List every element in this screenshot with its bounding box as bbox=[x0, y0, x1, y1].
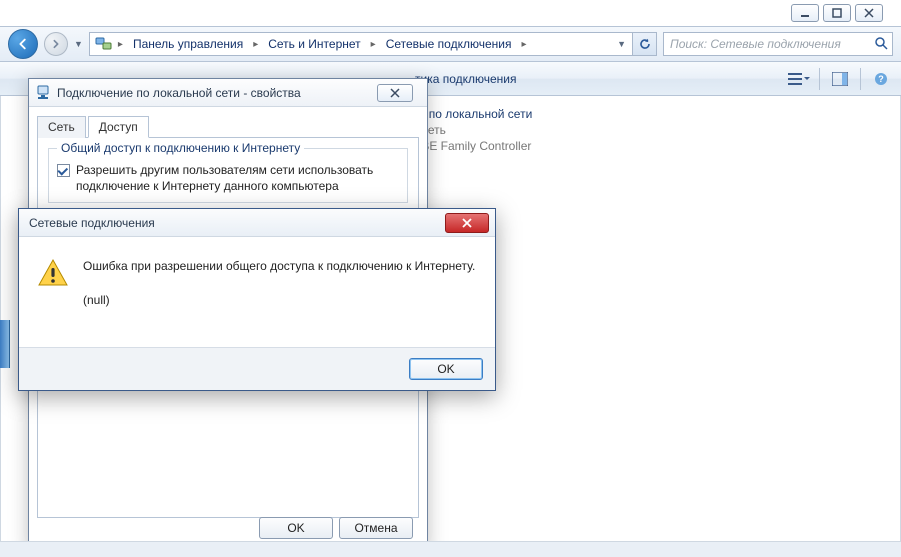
properties-close-button[interactable] bbox=[377, 84, 413, 102]
tab-sharing[interactable]: Доступ bbox=[88, 116, 149, 138]
breadcrumb-item[interactable]: Панель управления bbox=[127, 33, 249, 55]
chevron-right-icon: ▸ bbox=[369, 39, 378, 50]
error-line1: Ошибка при разрешении общего доступа к п… bbox=[83, 257, 475, 275]
connection-adapter: GBE Family Controller bbox=[412, 138, 532, 154]
connection-type: я сеть bbox=[412, 122, 532, 138]
breadcrumb-item[interactable]: Сеть и Интернет bbox=[262, 33, 366, 55]
toolbar-separator bbox=[819, 68, 820, 90]
chevron-right-icon: ▸ bbox=[519, 39, 528, 50]
ics-group-title: Общий доступ к подключению к Интернету bbox=[57, 141, 304, 155]
nav-back-button[interactable] bbox=[8, 29, 38, 59]
search-box[interactable] bbox=[663, 32, 893, 56]
properties-titlebar[interactable]: Подключение по локальной сети - свойства bbox=[29, 79, 427, 107]
chevron-right-icon: ▸ bbox=[116, 39, 125, 50]
diagnostics-label: тика подключения bbox=[415, 72, 517, 86]
help-button[interactable]: ? bbox=[867, 67, 895, 91]
error-title: Сетевые подключения bbox=[29, 216, 439, 230]
error-titlebar[interactable]: Сетевые подключения bbox=[19, 209, 495, 237]
checkbox-icon bbox=[57, 164, 70, 177]
svg-text:?: ? bbox=[878, 74, 884, 84]
connection-name: ие по локальной сети bbox=[412, 106, 532, 122]
window-maximize-button[interactable] bbox=[823, 4, 851, 22]
error-close-button[interactable] bbox=[445, 213, 489, 233]
tab-network[interactable]: Сеть bbox=[37, 116, 86, 138]
refresh-button[interactable] bbox=[632, 33, 656, 55]
view-mode-button[interactable] bbox=[785, 67, 813, 91]
window-close-button[interactable] bbox=[855, 4, 883, 22]
scrollbar-fragment bbox=[0, 320, 10, 368]
connection-list-item[interactable]: ие по локальной сети я сеть GBE Family C… bbox=[412, 106, 532, 155]
breadcrumb-item[interactable]: Сетевые подключения bbox=[380, 33, 518, 55]
address-bar: ▼ ▸ Панель управления ▸ Сеть и Интернет … bbox=[0, 26, 901, 62]
allow-sharing-label: Разрешить другим пользователям сети испо… bbox=[76, 163, 399, 194]
warning-icon bbox=[37, 257, 69, 289]
chevron-right-icon: ▸ bbox=[251, 39, 260, 50]
breadcrumb[interactable]: ▸ Панель управления ▸ Сеть и Интернет ▸ … bbox=[89, 32, 657, 56]
properties-cancel-button[interactable]: Отмена bbox=[339, 517, 413, 539]
network-icon bbox=[35, 85, 51, 101]
error-message: Ошибка при разрешении общего доступа к п… bbox=[83, 257, 475, 309]
error-dialog: Сетевые подключения Ошибка при разрешени… bbox=[18, 208, 496, 391]
preview-pane-button[interactable] bbox=[826, 67, 854, 91]
allow-sharing-checkbox[interactable]: Разрешить другим пользователям сети испо… bbox=[57, 163, 399, 194]
properties-tabs: Сеть Доступ bbox=[37, 115, 419, 138]
ics-group: Общий доступ к подключению к Интернету Р… bbox=[48, 148, 408, 203]
window-minimize-button[interactable] bbox=[791, 4, 819, 22]
status-bar bbox=[0, 541, 901, 557]
error-ok-button[interactable]: OK bbox=[409, 358, 483, 380]
nav-forward-button[interactable] bbox=[44, 32, 68, 56]
search-icon bbox=[874, 36, 888, 53]
properties-title: Подключение по локальной сети - свойства bbox=[57, 86, 371, 100]
properties-ok-button[interactable]: OK bbox=[259, 517, 333, 539]
network-connections-icon bbox=[94, 34, 114, 54]
toolbar-separator bbox=[860, 68, 861, 90]
error-line2: (null) bbox=[83, 291, 475, 309]
search-input[interactable] bbox=[668, 36, 874, 52]
